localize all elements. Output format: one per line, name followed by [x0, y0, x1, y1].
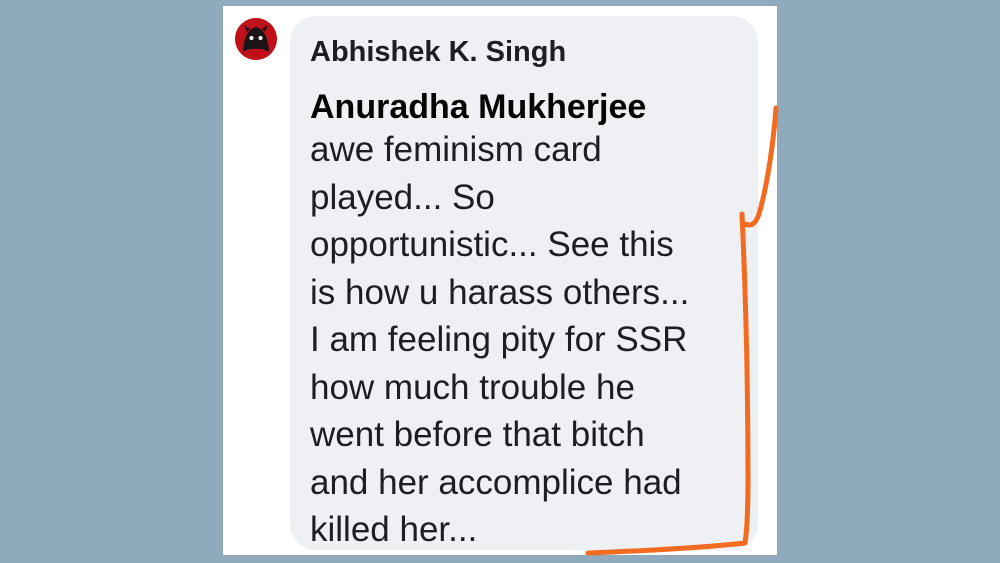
profile-avatar-icon[interactable] [235, 18, 277, 60]
comment-card: Abhishek K. Singh Anuradha Mukherjee awe… [223, 6, 777, 555]
comment-text: awe feminism card played... So opportuni… [310, 130, 690, 549]
comment-mention-name[interactable]: Anuradha Mukherjee [310, 90, 646, 124]
comment-author-name[interactable]: Abhishek K. Singh [310, 38, 566, 67]
comment-bubble: Abhishek K. Singh Anuradha Mukherjee awe… [290, 16, 758, 550]
